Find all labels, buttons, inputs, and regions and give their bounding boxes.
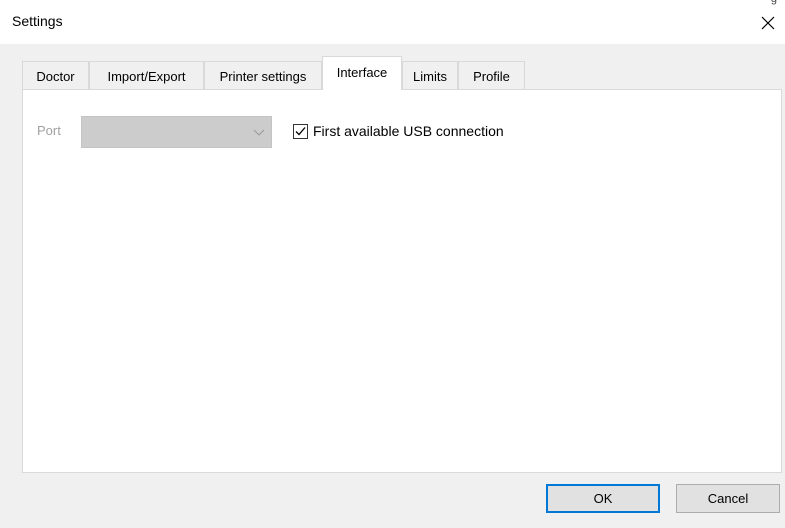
tab-profile[interactable]: Profile	[458, 61, 525, 89]
ok-button[interactable]: OK	[546, 484, 660, 513]
tab-label: Doctor	[36, 69, 75, 84]
tab-import-export[interactable]: Import/Export	[89, 61, 204, 89]
settings-dialog: Settings g Doctor Import/Export Printer …	[0, 0, 785, 528]
title-bar: Settings g	[0, 0, 785, 44]
tab-label: Interface	[336, 65, 388, 80]
usb-connection-checkbox[interactable]	[293, 123, 308, 139]
chevron-down-icon	[253, 129, 265, 136]
cancel-button[interactable]: Cancel	[676, 484, 780, 513]
tab-printer-settings[interactable]: Printer settings	[204, 61, 322, 89]
edge-glyph: g	[771, 0, 777, 5]
tab-limits[interactable]: Limits	[402, 61, 458, 89]
close-icon	[761, 16, 775, 30]
checkmark-icon	[295, 126, 306, 135]
tab-interface[interactable]: Interface	[322, 56, 402, 90]
usb-connection-label: First available USB connection	[313, 123, 504, 139]
port-select[interactable]	[81, 116, 272, 148]
close-button[interactable]	[751, 8, 785, 38]
tab-label: Printer settings	[219, 69, 307, 84]
tab-label: Profile	[473, 69, 510, 84]
tab-label: Import/Export	[107, 69, 186, 84]
tab-doctor[interactable]: Doctor	[22, 61, 89, 89]
port-label: Port	[37, 123, 61, 138]
tab-label: Limits	[413, 69, 447, 84]
interface-panel: Port First available USB connection	[22, 89, 782, 473]
window-title: Settings	[12, 13, 63, 29]
usb-connection-option[interactable]: First available USB connection	[293, 123, 504, 139]
